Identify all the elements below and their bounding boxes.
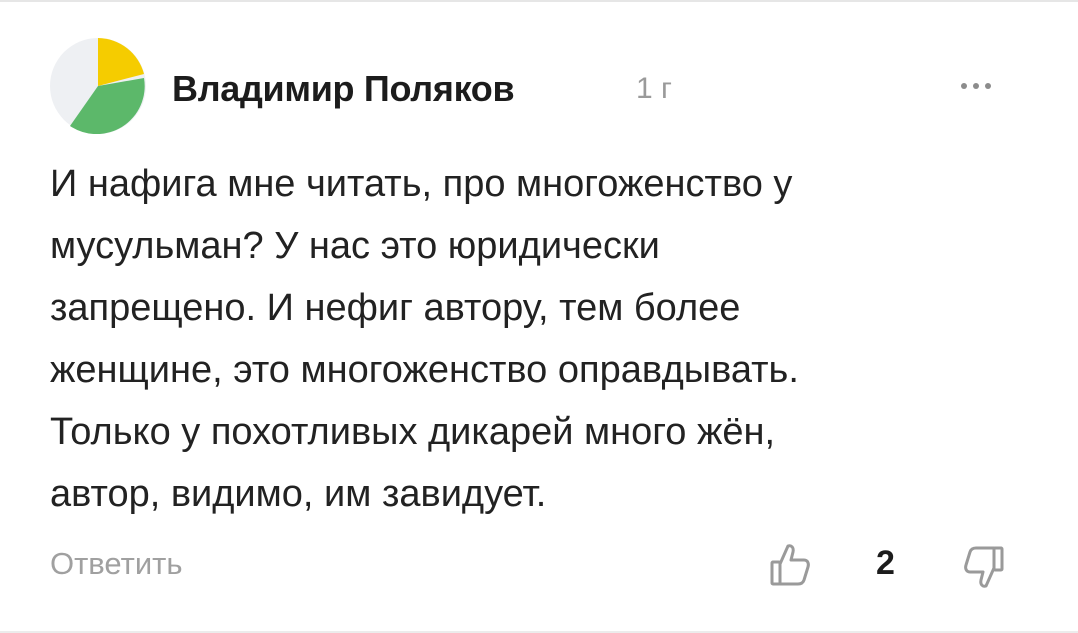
like-button[interactable] bbox=[768, 540, 812, 588]
comment-text-line: автор, видимо, им завидует. bbox=[50, 473, 547, 515]
author-name[interactable]: Владимир Поляков bbox=[172, 68, 515, 110]
thumbs-up-icon bbox=[770, 544, 810, 586]
comment-text-line: женщине, это многоженство оправдывать. bbox=[50, 349, 799, 391]
yellow-green-avatar-icon bbox=[50, 38, 146, 134]
avatar[interactable] bbox=[50, 38, 146, 134]
comment-text: И нафига мне читать, про многоженство у … bbox=[50, 153, 1040, 525]
comment-text-line: запрещено. И нефиг автору, тем более bbox=[50, 287, 741, 329]
thumbs-down-icon bbox=[964, 546, 1004, 588]
comment-text-line: мусульман? У нас это юридически bbox=[50, 225, 660, 267]
more-dots-icon bbox=[961, 83, 991, 89]
comment-card: Владимир Поляков 1 г И нафига мне читать… bbox=[0, 0, 1078, 633]
comment-text-line: Только у похотливых дикарей много жён, bbox=[50, 411, 776, 453]
comment-text-line: И нафига мне читать, про многоженство у bbox=[50, 163, 793, 205]
more-options-button[interactable] bbox=[956, 68, 996, 104]
dislike-button[interactable] bbox=[962, 544, 1006, 592]
reply-button[interactable]: Ответить bbox=[50, 546, 183, 582]
like-count: 2 bbox=[876, 544, 895, 582]
comment-time: 1 г bbox=[636, 72, 672, 105]
